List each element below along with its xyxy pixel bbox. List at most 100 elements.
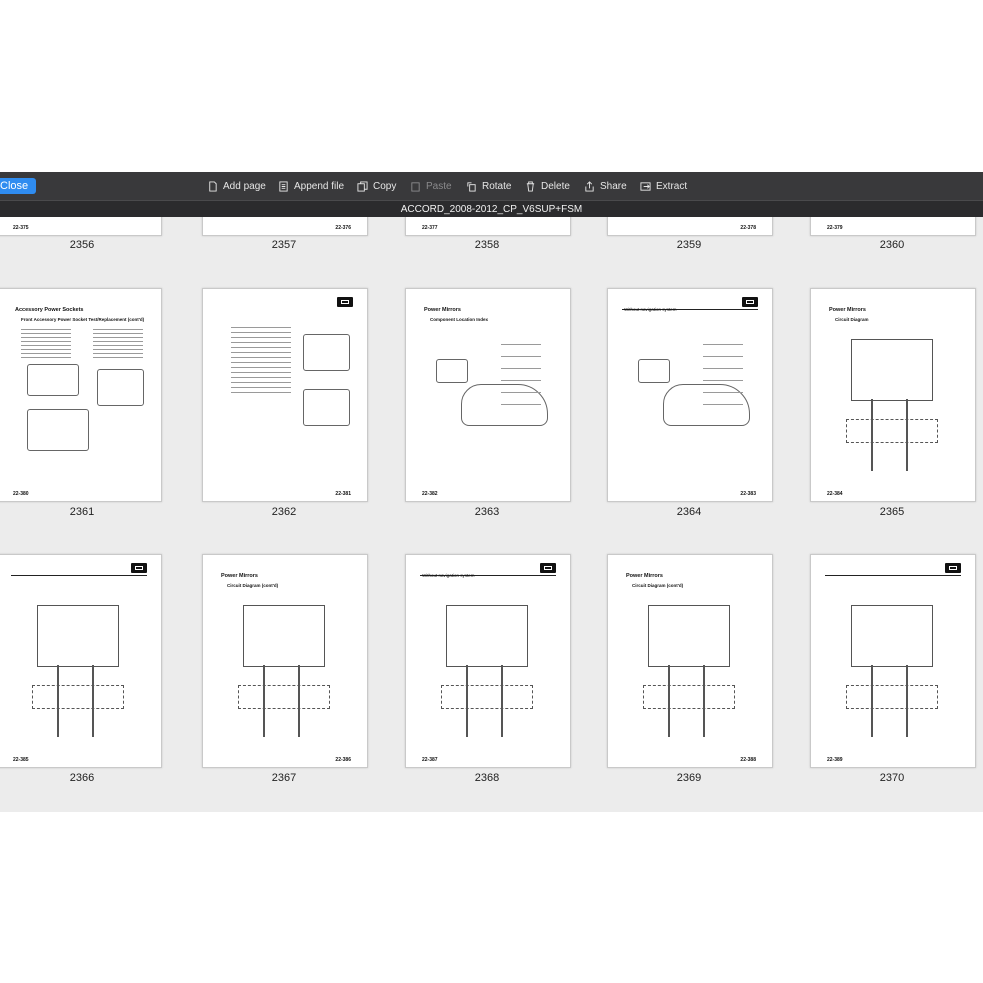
text-line bbox=[703, 380, 743, 381]
connector-box bbox=[643, 685, 735, 709]
copy-button[interactable]: Copy bbox=[357, 178, 396, 194]
document-title: ACCORD_2008-2012_CP_V6SUP+FSM bbox=[0, 200, 983, 218]
text-line bbox=[93, 349, 143, 350]
share-button[interactable]: Share bbox=[584, 178, 627, 194]
text-line bbox=[21, 333, 71, 334]
page-number-label: 2365 bbox=[879, 506, 905, 518]
page-number-label: 2358 bbox=[474, 239, 500, 251]
page-heading: Accessory Power Sockets bbox=[15, 307, 84, 313]
text-line bbox=[21, 345, 71, 346]
page-thumbnail[interactable]: Power Mirrors Circuit Diagram 22-384 bbox=[810, 288, 976, 502]
page-footer-number: 22-377 bbox=[422, 225, 438, 231]
connector-box bbox=[32, 685, 124, 709]
page-thumbnail[interactable]: 22-377 bbox=[405, 217, 571, 236]
figure-sketch bbox=[27, 364, 79, 396]
page-number-label: 2361 bbox=[69, 506, 95, 518]
copy-label: Copy bbox=[373, 180, 397, 192]
page-footer-number: 22-381 bbox=[335, 491, 351, 497]
text-line bbox=[21, 357, 71, 358]
page-thumbnail[interactable]: Power Mirrors Component Location Index 22-… bbox=[405, 288, 571, 502]
page-subheading: Component Location Index bbox=[430, 317, 488, 322]
paste-button[interactable]: Paste bbox=[410, 178, 452, 194]
page-thumbnail[interactable]: 22-385 bbox=[0, 554, 162, 768]
callout-box bbox=[638, 359, 670, 383]
page-number-label: 2368 bbox=[474, 772, 500, 784]
extract-button[interactable]: Extract bbox=[640, 178, 687, 194]
page-thumbnail[interactable]: Without navigation system 22-387 bbox=[405, 554, 571, 768]
text-line bbox=[231, 347, 291, 348]
battery-icon bbox=[131, 563, 147, 573]
text-line bbox=[501, 392, 541, 393]
page-thumbnail-grid[interactable]: 22-375 2356 22-376 2357 22-377 2358 22-378 2359… bbox=[0, 217, 983, 812]
page-thumbnail[interactable]: 22-376 bbox=[202, 217, 368, 236]
add-page-button[interactable]: Add page bbox=[207, 178, 266, 194]
text-line bbox=[93, 329, 143, 330]
text-line bbox=[93, 341, 143, 342]
close-button[interactable]: Close bbox=[0, 178, 36, 194]
page-subheading: Circuit Diagram (cont'd) bbox=[227, 583, 279, 588]
extract-icon bbox=[640, 181, 651, 191]
page-number-label: 2357 bbox=[271, 239, 297, 251]
text-line bbox=[231, 332, 291, 333]
append-file-label: Append file bbox=[294, 180, 345, 192]
connector-box bbox=[238, 685, 330, 709]
page-number-label: 2366 bbox=[69, 772, 95, 784]
battery-icon bbox=[945, 563, 961, 573]
text-line bbox=[231, 337, 291, 338]
page-footer-number: 22-387 bbox=[422, 757, 438, 763]
page-number-label: 2369 bbox=[676, 772, 702, 784]
rotate-label: Rotate bbox=[482, 180, 512, 192]
text-line bbox=[21, 341, 71, 342]
text-line bbox=[21, 353, 71, 354]
page-thumbnail[interactable]: 22-378 bbox=[607, 217, 773, 236]
append-file-button[interactable]: Append file bbox=[278, 178, 344, 194]
circuit-wire bbox=[243, 605, 325, 667]
text-line bbox=[93, 357, 143, 358]
text-line bbox=[93, 353, 143, 354]
circuit-wire bbox=[851, 339, 933, 401]
text-line bbox=[93, 333, 143, 334]
page-footer-number: 22-388 bbox=[740, 757, 756, 763]
page-number-label: 2363 bbox=[474, 506, 500, 518]
page-footer-number: 22-384 bbox=[827, 491, 843, 497]
page-number-label: 2370 bbox=[879, 772, 905, 784]
text-line bbox=[231, 357, 291, 358]
page-footer-number: 22-378 bbox=[740, 225, 756, 231]
text-line bbox=[703, 392, 743, 393]
text-line bbox=[703, 344, 743, 345]
text-line bbox=[703, 404, 743, 405]
battery-icon bbox=[540, 563, 556, 573]
page-thumbnail[interactable]: 22-379 bbox=[810, 217, 976, 236]
page-footer-number: 22-389 bbox=[827, 757, 843, 763]
text-line bbox=[21, 349, 71, 350]
figure-sketch bbox=[303, 334, 350, 371]
figure-sketch bbox=[303, 389, 350, 426]
page-heading: Power Mirrors bbox=[221, 573, 258, 579]
page-subheading: Circuit Diagram bbox=[835, 317, 869, 322]
battery-icon bbox=[337, 297, 353, 307]
text-line bbox=[501, 368, 541, 369]
page-thumbnail[interactable]: Accessory Power Sockets Front Accessory P… bbox=[0, 288, 162, 502]
append-file-icon bbox=[279, 180, 288, 192]
page-footer-number: 22-375 bbox=[13, 225, 29, 231]
text-line bbox=[231, 372, 291, 373]
text-line bbox=[231, 352, 291, 353]
figure-sketch bbox=[97, 369, 144, 406]
connector-box bbox=[846, 419, 938, 443]
page-thumbnail[interactable]: 22-381 bbox=[202, 288, 368, 502]
extract-label: Extract bbox=[656, 180, 688, 192]
text-line bbox=[231, 377, 291, 378]
text-line bbox=[703, 368, 743, 369]
circuit-wire bbox=[37, 605, 119, 667]
page-number-label: 2359 bbox=[676, 239, 702, 251]
page-thumbnail[interactable]: Without navigation system 22-383 bbox=[607, 288, 773, 502]
rotate-button[interactable]: Rotate bbox=[466, 178, 511, 194]
page-thumbnail[interactable]: Power Mirrors Circuit Diagram (cont'd) 22-… bbox=[202, 554, 368, 768]
page-thumbnail[interactable]: 22-389 bbox=[810, 554, 976, 768]
text-line bbox=[21, 337, 71, 338]
delete-button[interactable]: Delete bbox=[525, 178, 570, 194]
page-thumbnail[interactable]: 22-375 bbox=[0, 217, 162, 236]
page-footer-number: 22-380 bbox=[13, 491, 29, 497]
text-line bbox=[231, 362, 291, 363]
page-thumbnail[interactable]: Power Mirrors Circuit Diagram (cont'd) 22-… bbox=[607, 554, 773, 768]
